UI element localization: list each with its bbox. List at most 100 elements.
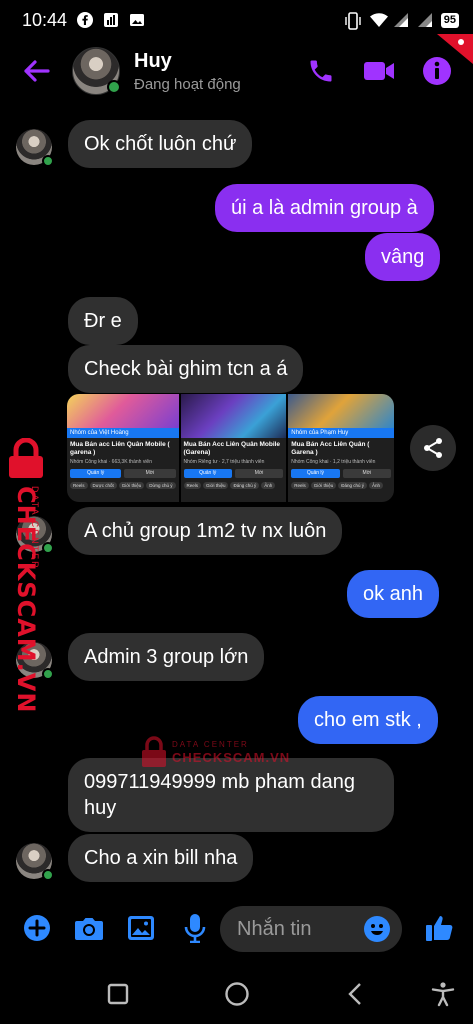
group-tab-chip: Đáng chú ý <box>338 482 367 489</box>
group-tab-chip: Reels <box>291 482 309 489</box>
contact-avatar[interactable] <box>72 47 121 95</box>
group-banner-image <box>67 394 179 428</box>
wifi-icon <box>369 12 388 28</box>
lock-icon <box>140 736 168 768</box>
emoji-button[interactable] <box>363 915 391 943</box>
message-incoming[interactable]: Ok chốt luôn chứ <box>68 120 253 168</box>
group-tab-chip: Ảnh <box>369 482 384 489</box>
group-title: Mua Bán acc Liên Quân Mobile ( garena ) <box>70 441 170 456</box>
group-banner-image <box>180 394 287 438</box>
online-status-dot <box>42 668 54 680</box>
message-incoming[interactable]: Đr e <box>68 297 138 345</box>
share-button[interactable] <box>410 425 456 471</box>
group-tab-chip: Giới thiệu <box>118 482 145 489</box>
group-tab-chip: Reels <box>70 482 88 489</box>
facebook-icon <box>77 12 94 28</box>
message-outgoing[interactable]: úi a là admin group à <box>215 184 434 232</box>
group-card[interactable]: Nhóm của Phạm Huy Mua Bán Acc Liên Quân … <box>288 394 394 502</box>
square-icon <box>107 983 129 1005</box>
camera-icon <box>75 918 103 940</box>
thumbs-up-icon <box>426 916 453 941</box>
video-camera-icon <box>364 62 394 80</box>
sender-avatar[interactable] <box>16 843 54 881</box>
group-card[interactable]: Mua Bán Acc Liên Quân Mobile (Garena) Nh… <box>180 394 287 502</box>
message-composer: Nhắn tin <box>0 902 473 954</box>
shared-image-group-screenshots[interactable]: Nhóm của Việt Hoàng Mua Bán acc Liên Quâ… <box>67 394 394 502</box>
online-status-dot <box>42 869 54 881</box>
contact-info[interactable]: Huy Đang hoạt động <box>134 50 241 93</box>
message-outgoing[interactable]: cho em stk , <box>298 696 438 744</box>
system-navigation-bar <box>0 964 473 1024</box>
manage-button: Quản lý <box>183 469 232 478</box>
message-outgoing[interactable]: ok anh <box>347 570 440 618</box>
watermark-subtitle: DATA CENTER <box>172 740 249 749</box>
back-nav-button[interactable] <box>340 979 370 1009</box>
home-button[interactable] <box>222 979 252 1009</box>
image-icon <box>128 916 154 940</box>
image-notification-icon <box>129 12 145 28</box>
manage-button: Quản lý <box>291 469 340 478</box>
group-title: Mua Bán Acc Liên Quân ( Garena ) <box>291 441 370 456</box>
online-status-dot <box>42 155 54 167</box>
message-incoming[interactable]: Check bài ghim tcn a á <box>68 345 304 393</box>
message-input-placeholder: Nhắn tin <box>237 918 312 940</box>
phone-icon <box>310 60 332 82</box>
voice-record-button[interactable] <box>180 913 210 943</box>
message-outgoing[interactable]: vâng <box>365 233 441 281</box>
contact-name: Huy <box>134 49 172 72</box>
recent-apps-button[interactable] <box>103 979 133 1009</box>
group-tab-chip: Giới thiệu <box>203 482 229 489</box>
signal-icon-2 <box>417 12 433 28</box>
info-icon <box>423 57 451 85</box>
online-status-dot <box>107 80 121 94</box>
group-title: Mua Bán Acc Liên Quân Mobile (Garena) <box>183 441 281 456</box>
smiley-icon <box>364 916 390 942</box>
invite-button: Mời <box>342 469 391 478</box>
video-call-button[interactable] <box>363 55 395 87</box>
group-meta: Nhóm Riêng tư · 2,7 triệu thành viên <box>183 459 265 465</box>
message-incoming[interactable]: Admin 3 group lớn <box>68 633 265 681</box>
manage-button: Quản lý <box>70 469 122 478</box>
chat-header: Huy Đang hoạt động <box>0 40 473 102</box>
gallery-button[interactable] <box>126 913 156 943</box>
conversation-info-button[interactable] <box>421 55 453 87</box>
chart-notification-icon <box>103 12 119 28</box>
group-meta: Nhóm Công khai · 663,3K thành viên <box>70 459 152 465</box>
microphone-icon <box>184 914 206 943</box>
watermark-brand: CHECKSCAM.VN <box>172 750 291 765</box>
battery-indicator: 95 <box>440 12 459 28</box>
signal-icon <box>393 12 409 28</box>
group-owner-tag: Nhóm của Việt Hoàng <box>67 428 179 438</box>
more-actions-button[interactable] <box>22 913 52 943</box>
lock-icon <box>6 437 46 480</box>
accessibility-button[interactable] <box>428 979 458 1009</box>
group-tab-chip: Đáng chú ý <box>230 482 260 489</box>
invite-button: Mời <box>124 469 176 478</box>
plus-circle-icon <box>24 915 50 941</box>
group-tab-chip: Reels <box>183 482 202 489</box>
group-tab-chip: Giới thiệu <box>310 482 337 489</box>
group-card[interactable]: Nhóm của Việt Hoàng Mua Bán acc Liên Quâ… <box>67 394 179 502</box>
invite-button: Mời <box>234 469 284 478</box>
group-banner-image <box>288 394 394 428</box>
voice-call-button[interactable] <box>305 55 337 87</box>
arrow-left-icon <box>24 60 50 82</box>
sender-avatar[interactable] <box>16 129 54 167</box>
message-incoming[interactable]: Cho a xin bill nha <box>68 834 254 882</box>
contact-status: Đang hoạt động <box>134 75 241 93</box>
back-button[interactable] <box>16 51 56 91</box>
circle-icon <box>225 982 249 1006</box>
watermark-center: DATA CENTER CHECKSCAM.VN <box>140 736 300 770</box>
status-bar: 10:44 95 <box>0 0 473 40</box>
vibrate-icon <box>345 12 361 30</box>
message-input[interactable]: Nhắn tin <box>220 906 402 952</box>
watermark-subtitle: DATA CENTER <box>30 486 40 570</box>
camera-button[interactable] <box>74 913 104 943</box>
message-incoming[interactable]: A chủ group 1m2 tv nx luôn <box>68 507 343 555</box>
status-time: 10:44 <box>22 9 68 30</box>
accessibility-icon <box>431 982 455 1007</box>
like-button[interactable] <box>424 913 454 943</box>
share-icon <box>424 438 442 458</box>
group-tab-chip: Dược chốt <box>89 482 117 489</box>
watermark-side: CHECKSCAM.VN DATA CENTER <box>2 437 46 713</box>
